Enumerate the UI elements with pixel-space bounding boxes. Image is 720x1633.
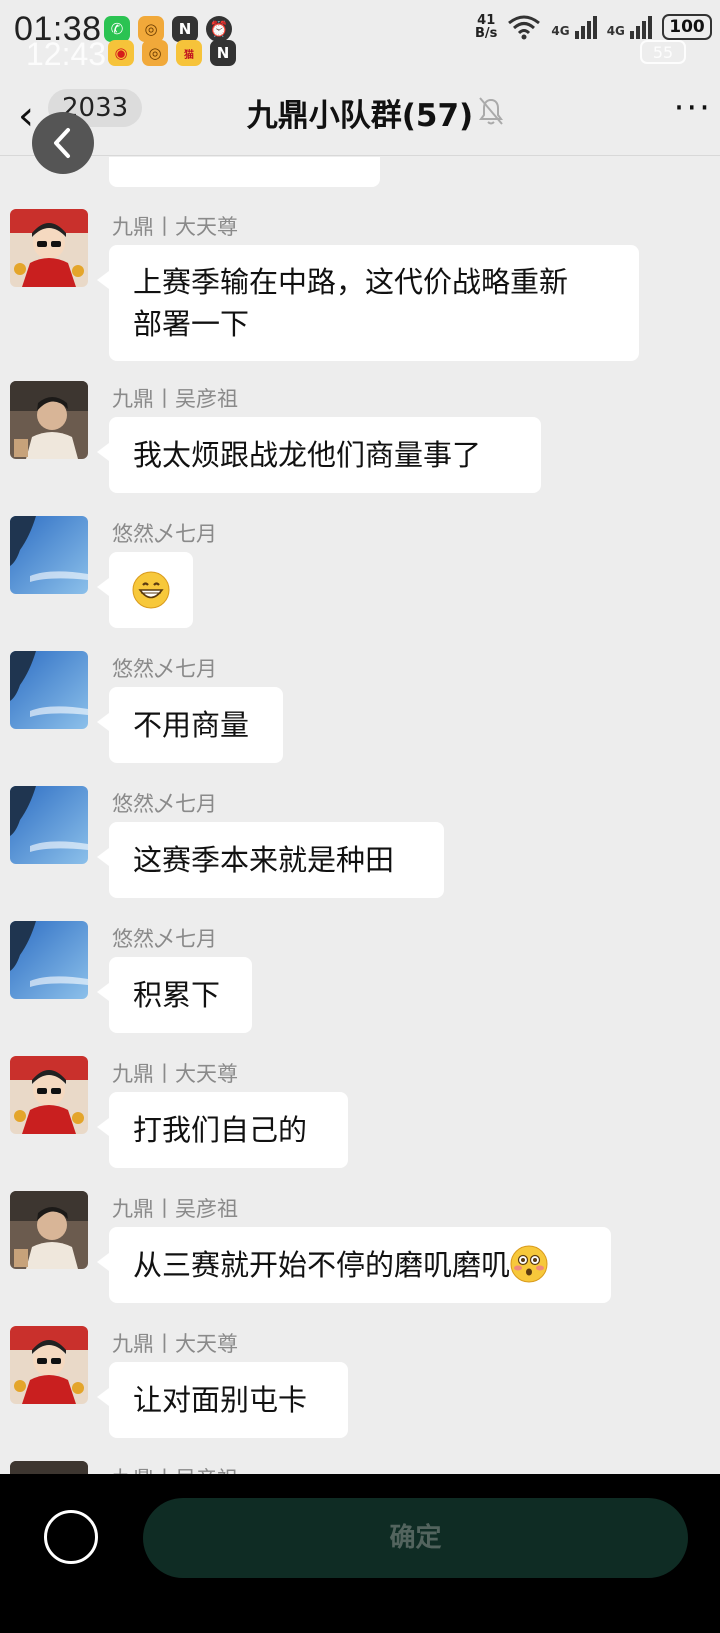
avatar-red-figure[interactable] bbox=[10, 1056, 88, 1134]
more-options-icon[interactable]: ··· bbox=[674, 88, 712, 128]
chat-header: ‹ 2033 九鼎小队群(57) ··· bbox=[0, 78, 720, 156]
n-app-icon-2: N bbox=[210, 40, 236, 66]
back-arrow-icon bbox=[54, 128, 70, 158]
floating-back-button[interactable] bbox=[32, 112, 94, 174]
mute-bell-icon bbox=[479, 97, 503, 125]
wechat-icon: ✆ bbox=[104, 16, 130, 42]
battery-indicator-overlay: 55 bbox=[640, 40, 686, 64]
sender-name: 悠然乄七月 bbox=[112, 522, 217, 546]
message-bubble[interactable]: 这赛季本来就是种田 bbox=[97, 822, 444, 898]
sender-name: 悠然乄七月 bbox=[112, 927, 217, 951]
avatar-blue-sky[interactable] bbox=[10, 921, 88, 999]
status-bar: 01:38 12:43 ✆ ◎ N ⏰ ◉ ◎ 猫 N 41 B/s 4G 4G bbox=[0, 0, 720, 72]
battery-indicator: 100 bbox=[662, 14, 712, 40]
avatar-blue-sky[interactable] bbox=[10, 786, 88, 864]
message-bubble[interactable]: 从三赛就开始不停的磨叽磨叽 bbox=[97, 1227, 611, 1303]
sender-name: 九鼎丨大天尊 bbox=[112, 1062, 238, 1086]
grinning-face-emoji-icon bbox=[132, 571, 170, 609]
sender-name: 九鼎丨吴彦祖 bbox=[112, 1463, 238, 1474]
message-bubble[interactable]: 我太烦跟战龙他们商量事了 bbox=[97, 417, 541, 493]
message-bubble[interactable]: 积累下 bbox=[97, 957, 252, 1033]
sender-name: 悠然乄七月 bbox=[112, 792, 217, 816]
signal-4g-1: 4G bbox=[551, 15, 597, 39]
notification-icons: ✆ ◎ N ⏰ bbox=[104, 16, 232, 42]
status-time-overlay: 12:43 bbox=[26, 36, 107, 72]
sender-name: 悠然乄七月 bbox=[112, 657, 217, 681]
sender-name: 九鼎丨吴彦祖 bbox=[112, 1197, 238, 1221]
message-bubble[interactable]: 不用商量 bbox=[97, 687, 283, 763]
flushed-face-emoji-icon bbox=[510, 1245, 548, 1283]
n-app-icon: N bbox=[172, 16, 198, 42]
alarm-icon: ⏰ bbox=[206, 16, 232, 42]
net-speed: 41 B/s bbox=[475, 13, 498, 41]
avatar-person-photo[interactable] bbox=[10, 1461, 88, 1474]
weibo-icon: ◉ bbox=[108, 40, 134, 66]
message-bubble[interactable]: 上赛季输在中路，这代价战略重新 部署一下 bbox=[97, 245, 639, 361]
signal-bars-icon bbox=[574, 15, 597, 39]
select-radio-button[interactable] bbox=[44, 1510, 98, 1564]
notification-icons-overlay: ◉ ◎ 猫 N bbox=[108, 40, 236, 66]
ring-app-icon-2: ◎ bbox=[142, 40, 168, 66]
signal-bars-icon-2 bbox=[630, 15, 652, 39]
chat-title: 九鼎小队群(57) bbox=[246, 98, 474, 134]
avatar-blue-sky[interactable] bbox=[10, 516, 88, 594]
sender-name: 九鼎丨吴彦祖 bbox=[112, 387, 238, 411]
signal-4g-2: 4G bbox=[607, 15, 652, 39]
ring-app-icon: ◎ bbox=[138, 16, 164, 42]
avatar-person-photo[interactable] bbox=[10, 381, 88, 459]
message-list[interactable]: 九鼎丨大天尊 上赛季输在中路，这代价战略重新 部署一下 九鼎丨吴彦祖 我太烦跟战… bbox=[0, 157, 720, 1474]
avatar-red-figure[interactable] bbox=[10, 209, 88, 287]
sender-name: 九鼎丨大天尊 bbox=[112, 215, 238, 239]
selection-bar: 确定 bbox=[0, 1474, 720, 1633]
confirm-button[interactable]: 确定 bbox=[143, 1498, 688, 1578]
sender-name: 九鼎丨大天尊 bbox=[112, 1332, 238, 1356]
partial-message-bubble bbox=[109, 157, 380, 187]
avatar-person-photo[interactable] bbox=[10, 1191, 88, 1269]
avatar-blue-sky[interactable] bbox=[10, 651, 88, 729]
tmall-icon: 猫 bbox=[176, 40, 202, 66]
message-bubble[interactable]: 让对面别屯卡 bbox=[97, 1362, 348, 1438]
avatar-red-figure[interactable] bbox=[10, 1326, 88, 1404]
wifi-icon bbox=[508, 15, 541, 40]
message-bubble[interactable] bbox=[97, 552, 193, 628]
message-bubble[interactable]: 打我们自己的 bbox=[97, 1092, 348, 1168]
status-right: 41 B/s 4G 4G 100 bbox=[475, 14, 712, 40]
